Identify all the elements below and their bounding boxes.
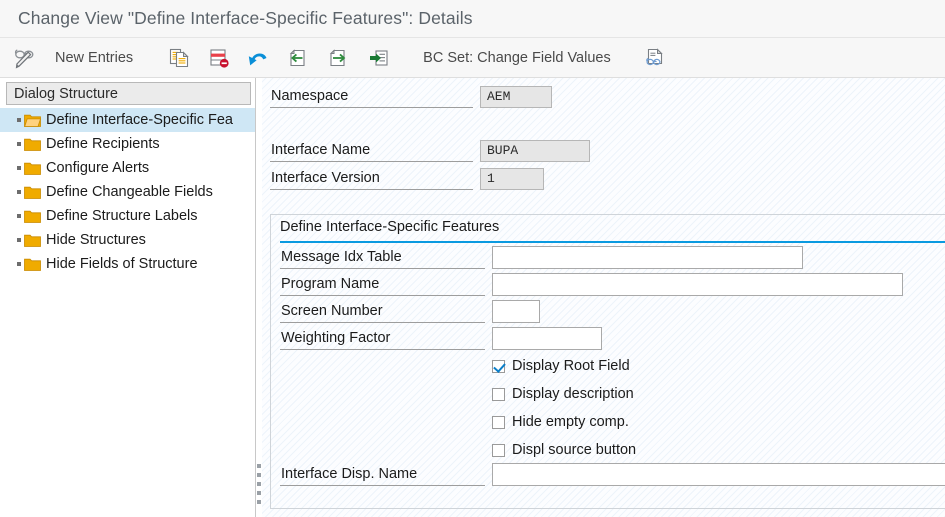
display-bc-set-icon	[645, 47, 663, 65]
program-name-input[interactable]	[492, 273, 903, 296]
application-toolbar: New Entries BC Set: Change Field Values	[0, 38, 945, 78]
copy-as-button[interactable]	[164, 43, 194, 73]
bc-set-change-field-values-button[interactable]: BC Set: Change Field Values	[408, 43, 626, 73]
display-change-toggle-button[interactable]	[10, 43, 40, 73]
checkbox-hide-empty-comp[interactable]: Hide empty comp.	[492, 411, 629, 433]
display-bc-set-button[interactable]	[640, 43, 670, 73]
checkbox-unchecked-icon	[492, 387, 505, 401]
tree-bullet-icon	[13, 262, 24, 266]
interface-disp-name-input[interactable]	[492, 463, 945, 486]
field-row-message-idx-table: Message Idx Table	[280, 245, 803, 269]
main-area: Dialog Structure Define Interface-Specif…	[0, 78, 945, 517]
checkbox-display-root-field[interactable]: Display Root Field	[492, 355, 630, 377]
tree-bullet-icon	[13, 166, 24, 170]
interface-name-label: Interface Name	[270, 139, 473, 162]
window-title-bar: Change View "Define Interface-Specific F…	[0, 0, 945, 38]
sidebar-item-label: Define Recipients	[46, 136, 160, 152]
sidebar-item-define-changeable-fields[interactable]: Define Changeable Fields	[0, 180, 255, 204]
new-entries-button[interactable]: New Entries	[40, 43, 148, 73]
sidebar-item-define-interface-specific-features[interactable]: Define Interface-Specific Fea	[0, 108, 255, 132]
message-idx-table-input[interactable]	[492, 246, 803, 269]
tree-bullet-icon	[13, 142, 24, 146]
groupbox-title: Define Interface-Specific Features	[280, 219, 500, 235]
namespace-label: Namespace	[270, 85, 473, 108]
sidebar-item-label: Define Interface-Specific Fea	[46, 112, 233, 128]
next-entry-icon	[329, 48, 346, 66]
dialog-structure-header: Dialog Structure	[6, 82, 251, 105]
goto-entry-icon	[370, 49, 388, 66]
screen-number-input[interactable]	[492, 300, 540, 323]
checkbox-unchecked-icon	[492, 415, 505, 429]
folder-icon	[24, 161, 46, 175]
folder-icon	[24, 257, 46, 271]
previous-entry-icon	[289, 48, 305, 66]
checkbox-label: Display description	[512, 386, 634, 402]
groupbox-underline	[280, 241, 945, 243]
checkbox-displ-source-button[interactable]: Displ source button	[492, 439, 636, 461]
tree-bullet-icon	[13, 238, 24, 242]
sidebar-item-configure-alerts[interactable]: Configure Alerts	[0, 156, 255, 180]
dialog-structure-tree: Define Interface-Specific Fea Define Rec…	[0, 105, 255, 276]
delete-row-icon	[210, 48, 229, 68]
checkbox-label: Hide empty comp.	[512, 414, 629, 430]
dialog-structure-header-label: Dialog Structure	[14, 85, 118, 102]
message-idx-table-label: Message Idx Table	[280, 246, 485, 269]
interface-name-value: BUPA	[480, 140, 590, 162]
field-row-interface-name: Interface Name BUPA	[270, 138, 590, 162]
copy-as-icon	[170, 48, 189, 67]
previous-entry-button[interactable]	[284, 43, 314, 73]
namespace-value: AEM	[480, 86, 552, 108]
field-row-screen-number: Screen Number	[280, 299, 540, 323]
folder-icon	[24, 185, 46, 199]
undo-button[interactable]	[244, 43, 274, 73]
weighting-factor-input[interactable]	[492, 327, 602, 350]
define-interface-specific-features-group: Define Interface-Specific Features Messa…	[270, 214, 945, 509]
bc-set-label: BC Set: Change Field Values	[423, 49, 611, 66]
sidebar-item-hide-structures[interactable]: Hide Structures	[0, 228, 255, 252]
tree-bullet-icon	[13, 190, 24, 194]
screen-number-label: Screen Number	[280, 300, 485, 323]
interface-version-label: Interface Version	[270, 167, 473, 190]
folder-icon	[24, 209, 46, 223]
folder-open-icon	[24, 113, 46, 127]
folder-icon	[24, 137, 46, 151]
sidebar-item-hide-fields-of-structure[interactable]: Hide Fields of Structure	[0, 252, 255, 276]
sidebar-item-label: Hide Structures	[46, 232, 146, 248]
sidebar-item-label: Configure Alerts	[46, 160, 150, 176]
page-title: Change View "Define Interface-Specific F…	[18, 8, 473, 28]
field-row-program-name: Program Name	[280, 272, 903, 296]
next-entry-button[interactable]	[324, 43, 354, 73]
checkbox-display-description[interactable]: Display description	[492, 383, 634, 405]
sidebar-item-label: Define Structure Labels	[46, 208, 198, 224]
sidebar-item-label: Define Changeable Fields	[46, 184, 213, 200]
sidebar-item-label: Hide Fields of Structure	[46, 256, 198, 272]
interface-version-value: 1	[480, 168, 544, 190]
tree-bullet-icon	[13, 214, 24, 218]
checkbox-checked-icon	[492, 359, 505, 373]
program-name-label: Program Name	[280, 273, 485, 296]
tree-bullet-icon	[13, 118, 24, 122]
goto-entry-button[interactable]	[364, 43, 394, 73]
checkbox-unchecked-icon	[492, 443, 505, 457]
field-row-interface-disp-name: Interface Disp. Name	[280, 462, 945, 486]
sidebar-item-define-structure-labels[interactable]: Define Structure Labels	[0, 204, 255, 228]
sidebar-item-define-recipients[interactable]: Define Recipients	[0, 132, 255, 156]
field-row-interface-version: Interface Version 1	[270, 166, 544, 190]
details-content-panel: Namespace AEM Interface Name BUPA Interf…	[262, 78, 945, 517]
folder-icon	[24, 233, 46, 247]
checkbox-label: Display Root Field	[512, 358, 630, 374]
field-row-namespace: Namespace AEM	[270, 84, 552, 108]
dialog-structure-panel: Dialog Structure Define Interface-Specif…	[0, 78, 256, 517]
glasses-pencil-icon	[14, 48, 34, 69]
interface-disp-name-label: Interface Disp. Name	[280, 463, 485, 486]
new-entries-label: New Entries	[55, 49, 134, 66]
delete-row-button[interactable]	[204, 43, 234, 73]
checkbox-label: Displ source button	[512, 442, 637, 458]
weighting-factor-label: Weighting Factor	[280, 327, 485, 350]
undo-icon	[248, 52, 267, 65]
field-row-weighting-factor: Weighting Factor	[280, 326, 602, 350]
